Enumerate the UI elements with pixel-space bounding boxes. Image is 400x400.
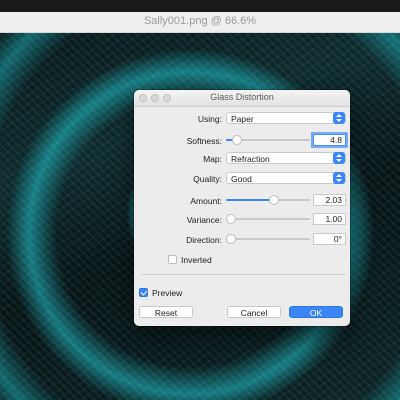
quality-label: Quality: xyxy=(193,174,222,184)
preview-checkbox[interactable] xyxy=(139,288,148,297)
ok-button[interactable]: OK xyxy=(289,306,343,318)
amount-thumb[interactable] xyxy=(269,195,279,205)
chevron-updown-icon xyxy=(333,152,345,164)
softness-slider[interactable] xyxy=(226,134,310,146)
dialog-divider xyxy=(141,274,346,275)
menu-strip xyxy=(0,0,400,12)
map-select-value: Refraction xyxy=(231,154,270,164)
inverted-checkbox[interactable] xyxy=(168,255,177,264)
map-select[interactable]: Refraction xyxy=(226,152,346,164)
variance-slider[interactable] xyxy=(226,213,310,225)
using-label: Using: xyxy=(197,114,222,124)
variance-field[interactable]: 1.00 xyxy=(313,213,346,225)
dialog-titlebar: Glass Distortion xyxy=(134,90,350,107)
chevron-updown-icon xyxy=(333,172,345,184)
amount-slider[interactable] xyxy=(226,194,310,206)
softness-thumb[interactable] xyxy=(232,135,242,145)
chevron-updown-icon xyxy=(333,112,345,124)
document-title: Sally001.png @ 66.6% xyxy=(143,15,257,27)
dialog-title: Glass Distortion xyxy=(210,92,274,102)
amount-fill xyxy=(226,199,274,201)
using-select-value: Paper xyxy=(231,114,254,124)
variance-label: Variance: xyxy=(186,215,222,225)
quality-select[interactable]: Good xyxy=(226,172,346,184)
reset-button[interactable]: Reset xyxy=(139,306,193,318)
direction-slider[interactable] xyxy=(226,233,310,245)
map-label: Map: xyxy=(203,154,222,164)
cancel-button[interactable]: Cancel xyxy=(227,306,281,318)
inverted-label: Inverted xyxy=(181,255,212,265)
using-select[interactable]: Paper xyxy=(226,112,346,124)
variance-track xyxy=(226,218,310,220)
amount-label: Amount: xyxy=(190,196,222,206)
direction-thumb[interactable] xyxy=(226,234,236,244)
direction-track xyxy=(226,238,310,240)
amount-field[interactable]: 2.03 xyxy=(313,194,346,206)
document-titlebar: Sally001.png @ 66.6% xyxy=(0,12,400,33)
direction-label: Direction: xyxy=(186,235,222,245)
softness-field[interactable]: 4.8 xyxy=(313,134,346,146)
preview-label: Preview xyxy=(152,288,183,298)
quality-select-value: Good xyxy=(231,174,252,184)
variance-thumb[interactable] xyxy=(226,214,236,224)
direction-field[interactable]: 0° xyxy=(313,233,346,245)
softness-label: Softness: xyxy=(186,136,222,146)
